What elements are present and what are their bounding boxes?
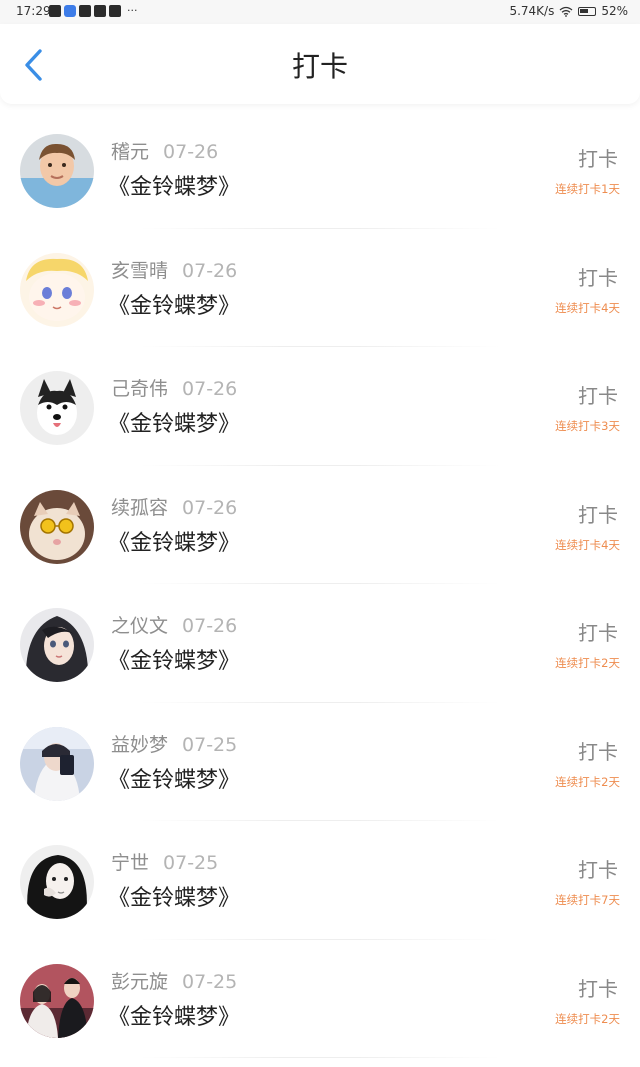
status-time: 17:29 [16, 4, 51, 18]
user-name: 稽元 07-26 [111, 140, 218, 164]
user-name-text: 稽元 [111, 141, 150, 163]
user-name-text: 益妙梦 [111, 733, 169, 756]
avatar[interactable] [20, 134, 94, 208]
checkin-date: 07-26 [163, 141, 219, 163]
network-speed: 5.74K/s [509, 4, 555, 18]
user-name: 宁世 07-25 [111, 851, 218, 875]
streak-label: 连续打卡2天 [555, 774, 620, 789]
book-title: 《金铃蝶梦》 [108, 1004, 241, 1030]
user-name: 之仪文 07-26 [111, 614, 237, 638]
checkin-label: 打卡 [578, 147, 618, 171]
streak-label: 连续打卡4天 [555, 537, 620, 552]
header: 打卡 [0, 24, 640, 104]
book-title: 《金铃蝶梦》 [108, 767, 241, 793]
user-name-text: 之仪文 [111, 615, 169, 637]
avatar[interactable] [20, 489, 94, 564]
user-name-text: 己奇伟 [111, 378, 169, 400]
checkin-date: 07-26 [182, 378, 238, 400]
checkin-label: 打卡 [578, 976, 618, 1001]
checkin-row[interactable]: 己奇伟 07-26 《金铃蝶梦》 打卡 连续打卡3天 [0, 347, 640, 466]
avatar[interactable] [20, 252, 94, 327]
book-title: 《金铃蝶梦》 [108, 293, 241, 319]
book-title: 《金铃蝶梦》 [108, 412, 241, 437]
notification-icon [79, 5, 91, 17]
checkin-label: 打卡 [578, 739, 618, 764]
checkin-date: 07-26 [182, 259, 238, 282]
user-name: 亥雪晴 07-26 [111, 259, 237, 283]
streak-label: 连续打卡1天 [555, 182, 620, 196]
checkin-list: 稽元 07-26 《金铃蝶梦》 打卡 连续打卡1天 亥雪晴 07-26 《金铃蝶梦》… [0, 110, 640, 1058]
book-title: 《金铃蝶梦》 [108, 530, 241, 556]
streak-label: 连续打卡4天 [555, 300, 620, 315]
streak-label: 连续打卡2天 [555, 656, 620, 670]
user-name: 益妙梦 07-25 [111, 733, 237, 757]
checkin-row[interactable]: 续孤容 07-26 《金铃蝶梦》 打卡 连续打卡4天 [0, 466, 640, 585]
checkin-label: 打卡 [578, 265, 618, 290]
checkin-row[interactable]: 稽元 07-26 《金铃蝶梦》 打卡 连续打卡1天 [0, 110, 640, 229]
checkin-date: 07-25 [182, 733, 238, 756]
app-notification-icon [64, 5, 76, 17]
user-name-text: 彭元旋 [111, 970, 169, 993]
book-title: 《金铃蝶梦》 [108, 175, 241, 200]
checkin-row[interactable]: 之仪文 07-26 《金铃蝶梦》 打卡 连续打卡2天 [0, 584, 640, 703]
battery-icon [578, 6, 597, 16]
streak-label: 连续打卡2天 [555, 1011, 620, 1026]
user-name: 己奇伟 07-26 [111, 377, 237, 401]
avatar[interactable] [20, 726, 94, 801]
avatar[interactable] [20, 608, 94, 682]
checkin-label: 打卡 [578, 384, 618, 408]
checkin-date: 07-26 [182, 496, 238, 519]
checkin-label: 打卡 [578, 621, 618, 645]
page-title: 打卡 [291, 50, 348, 83]
notification-icon [94, 5, 106, 17]
status-bar: 17:29 ··· 5.74K/s 52% [0, 0, 640, 24]
battery-percent: 52% [601, 4, 628, 18]
status-right: 5.74K/s 52% [509, 4, 628, 18]
wifi-icon [559, 6, 573, 17]
notification-icons: ··· [49, 5, 138, 17]
user-name-text: 亥雪晴 [111, 259, 169, 282]
checkin-row[interactable]: 益妙梦 07-25 《金铃蝶梦》 打卡 连续打卡2天 [0, 703, 640, 822]
avatar[interactable] [20, 963, 94, 1038]
checkin-row[interactable]: 亥雪晴 07-26 《金铃蝶梦》 打卡 连续打卡4天 [0, 229, 640, 348]
checkin-label: 打卡 [578, 502, 618, 527]
avatar[interactable] [20, 845, 94, 919]
checkin-label: 打卡 [578, 858, 618, 882]
more-notifications-indicator: ··· [127, 4, 138, 17]
checkin-date: 07-25 [163, 852, 219, 874]
checkin-date: 07-25 [182, 970, 238, 993]
book-title: 《金铃蝶梦》 [108, 886, 241, 911]
checkin-row[interactable]: 彭元旋 07-25 《金铃蝶梦》 打卡 连续打卡2天 [0, 940, 640, 1059]
checkin-row[interactable]: 宁世 07-25 《金铃蝶梦》 打卡 连续打卡7天 [0, 821, 640, 940]
user-name: 续孤容 07-26 [111, 496, 237, 520]
notification-icon [109, 5, 121, 17]
notification-icon [49, 5, 61, 17]
user-name: 彭元旋 07-25 [111, 970, 237, 994]
streak-label: 连续打卡3天 [555, 419, 620, 433]
avatar[interactable] [20, 371, 94, 445]
streak-label: 连续打卡7天 [555, 893, 620, 907]
checkin-date: 07-26 [182, 615, 238, 637]
user-name-text: 续孤容 [111, 496, 169, 519]
book-title: 《金铃蝶梦》 [108, 649, 241, 674]
user-name-text: 宁世 [111, 852, 150, 874]
